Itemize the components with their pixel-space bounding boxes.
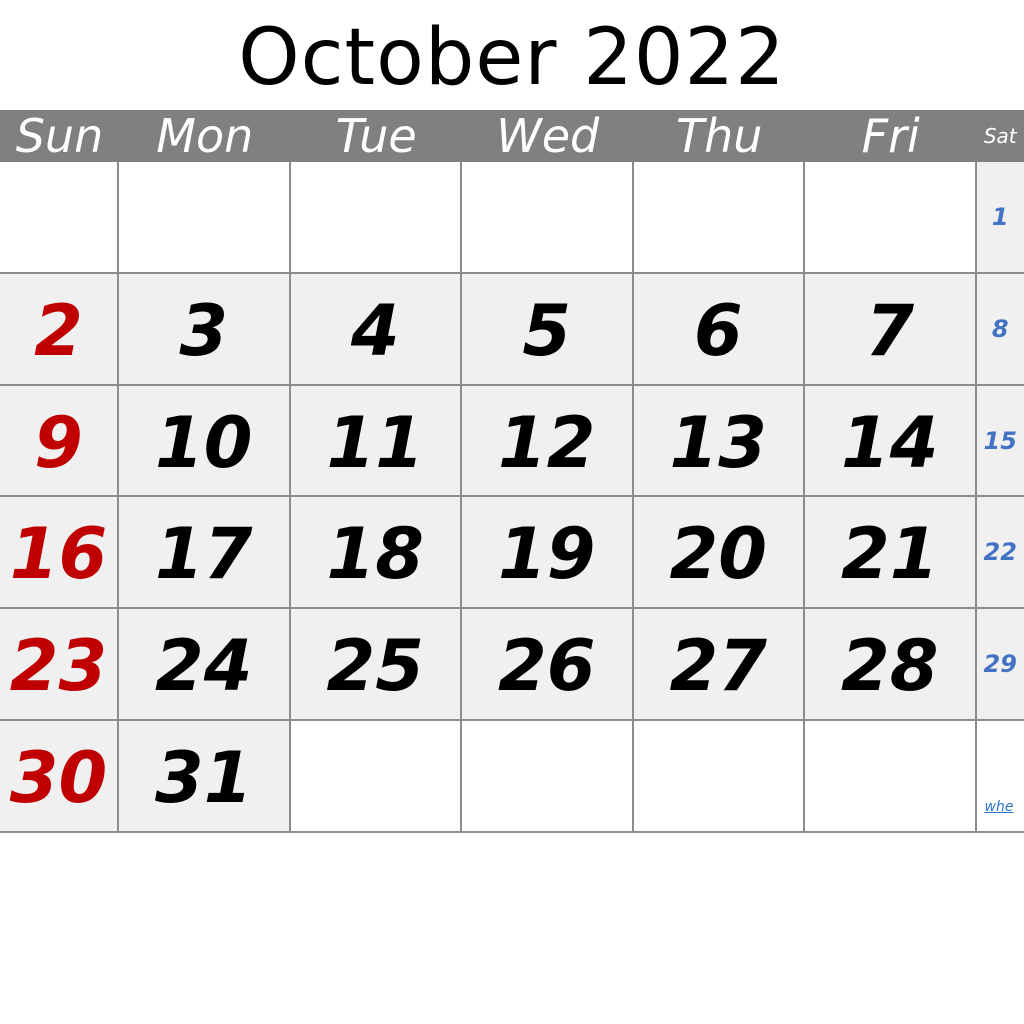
day-cell [290, 721, 462, 833]
day-number: 14 [841, 401, 939, 484]
day-cell: 21 [805, 497, 977, 610]
day-cell [805, 721, 977, 833]
day-cell: 12 [462, 385, 634, 498]
day-cell: 20 [633, 497, 805, 610]
day-number: 9 [34, 401, 83, 484]
day-number: 11 [326, 401, 424, 484]
day-cell: 13 [633, 385, 805, 498]
day-number: 1 [991, 203, 1009, 231]
day-number: 22 [983, 538, 1017, 567]
day-number: 12 [498, 401, 596, 484]
day-cell: 2 [0, 273, 119, 386]
day-cell [805, 162, 977, 274]
day-number: 20 [669, 513, 767, 596]
day-number: 5 [522, 289, 572, 372]
day-cell: 16 [0, 497, 119, 610]
day-cell: 24 [119, 609, 291, 721]
day-number: 24 [155, 625, 253, 708]
day-number: 13 [669, 401, 767, 484]
day-number: 10 [155, 401, 253, 484]
day-number: 25 [326, 625, 424, 708]
day-cell: 19 [462, 497, 634, 610]
day-number: 8 [991, 314, 1009, 343]
day-number: 23 [9, 625, 108, 708]
day-cell [633, 162, 805, 274]
day-number: 3 [179, 289, 229, 372]
day-cell: 25 [290, 609, 462, 721]
day-cell: 8 [976, 273, 1024, 386]
day-number: 6 [693, 289, 743, 372]
day-cell: 27 [633, 609, 805, 721]
day-cell: whe [976, 721, 1024, 833]
day-cell [462, 162, 634, 274]
day-number: 31 [155, 737, 253, 819]
footer-link[interactable]: whe [985, 799, 1014, 815]
day-cell: 23 [0, 609, 119, 721]
day-cell: 22 [976, 497, 1024, 610]
day-cell: 14 [805, 385, 977, 498]
day-cell [633, 721, 805, 833]
day-cell: 3 [119, 273, 291, 386]
day-cell [462, 721, 634, 833]
day-cell: 29 [976, 609, 1024, 721]
day-number: 30 [9, 737, 108, 819]
weekday-header-mon: Mon [119, 110, 291, 162]
day-cell: 17 [119, 497, 291, 610]
day-number: 26 [498, 625, 596, 708]
weekday-header-thu: Thu [633, 110, 805, 162]
day-cell [0, 162, 119, 274]
day-cell: 18 [290, 497, 462, 610]
day-cell: 4 [290, 273, 462, 386]
day-cell: 11 [290, 385, 462, 498]
day-number: 27 [669, 625, 767, 708]
day-number: 4 [350, 289, 400, 372]
day-cell: 9 [0, 385, 119, 498]
weekday-header-fri: Fri [805, 110, 977, 162]
day-number: 21 [841, 513, 939, 596]
calendar-grid: Sun Mon Tue Wed Thu Fri Sat 1 2 3 4 5 6 7 8 9 10 11 12 13 14… [0, 110, 1024, 834]
day-cell: 15 [976, 385, 1024, 498]
weekday-header-tue: Tue [290, 110, 462, 162]
day-cell [119, 162, 291, 274]
day-cell: 31 [119, 721, 291, 833]
day-cell: 5 [462, 273, 634, 386]
day-cell: 7 [805, 273, 977, 386]
day-cell: 30 [0, 721, 119, 833]
day-cell: 1 [976, 162, 1024, 274]
weekday-header-sun: Sun [0, 110, 119, 162]
day-number: 28 [841, 625, 939, 708]
day-number: 7 [865, 289, 915, 372]
weekday-header-wed: Wed [462, 110, 634, 162]
day-number: 16 [9, 513, 108, 596]
day-number: 2 [34, 289, 83, 372]
day-number: 29 [983, 650, 1017, 679]
day-cell: 26 [462, 609, 634, 721]
weekday-header-sat: Sat [976, 110, 1024, 162]
day-number: 17 [155, 513, 253, 596]
calendar-title: October 2022 [238, 13, 786, 103]
day-number: 18 [326, 513, 424, 596]
day-cell: 6 [633, 273, 805, 386]
day-cell: 10 [119, 385, 291, 498]
day-number: 19 [498, 513, 596, 596]
day-cell: 28 [805, 609, 977, 721]
day-cell [290, 162, 462, 274]
day-number: 15 [983, 426, 1017, 455]
